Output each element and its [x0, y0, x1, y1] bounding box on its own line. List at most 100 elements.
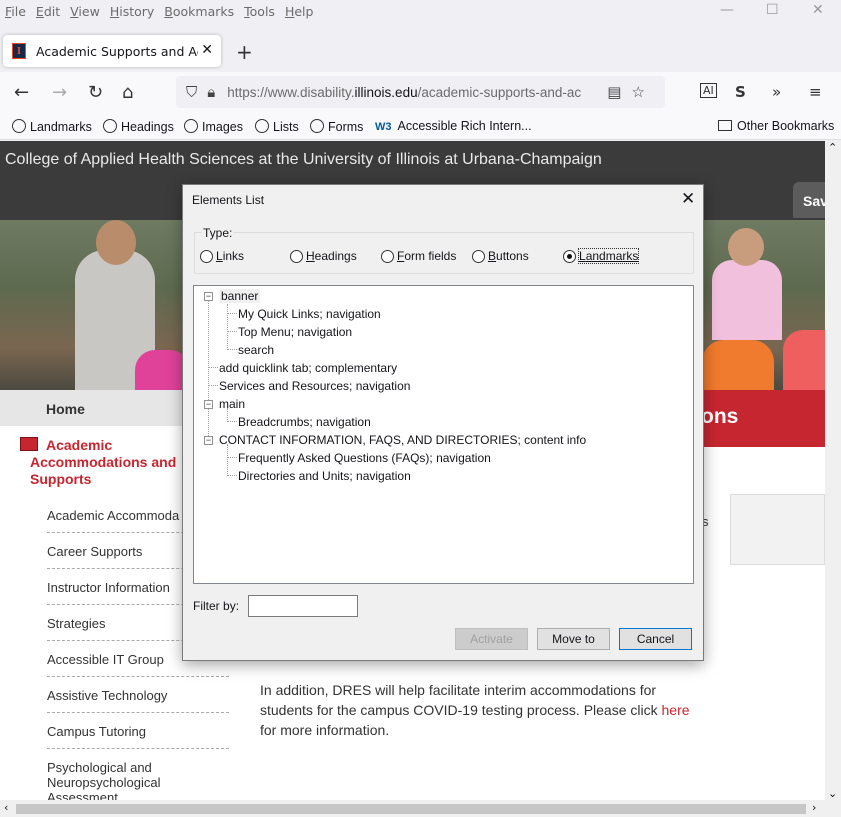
tree-connector	[208, 300, 209, 442]
radio-circle[interactable]	[200, 249, 213, 263]
photo-person	[783, 330, 825, 390]
minimize-icon[interactable]: —	[720, 2, 734, 18]
filter-input[interactable]	[248, 595, 358, 617]
collapse-icon[interactable]: −	[204, 436, 213, 445]
radio-circle[interactable]	[472, 249, 485, 263]
bookmark-landmarks[interactable]: Landmarks	[12, 119, 92, 134]
tree-connector	[227, 313, 237, 314]
tree-node-banner[interactable]: banner	[219, 289, 261, 303]
college-title[interactable]: College of Applied Health Sciences at th…	[5, 151, 602, 169]
bookmark-lists[interactable]: Lists	[255, 119, 299, 134]
cancel-button[interactable]: Cancel	[619, 628, 692, 650]
here-link[interactable]: here	[662, 702, 690, 718]
radio-circle[interactable]	[381, 249, 394, 263]
sidebar-item[interactable]: Psychological and Neuropsychological Ass…	[47, 760, 197, 800]
tree-connector	[227, 475, 237, 476]
reader-view-icon[interactable]: ▤	[607, 83, 621, 101]
dialog-close-icon[interactable]: ✕	[681, 189, 695, 209]
vertical-scrollbar[interactable]: ⌃ ⌄	[825, 141, 841, 800]
collapse-icon[interactable]: −	[204, 400, 213, 409]
tab-close-icon[interactable]: ✕	[201, 42, 213, 58]
activate-button[interactable]: Activate	[455, 628, 528, 650]
bookmark-images[interactable]: Images	[184, 119, 243, 134]
tree-node[interactable]: CONTACT INFORMATION, FAQS, AND DIRECTORI…	[219, 433, 586, 447]
radio-headings[interactable]: Headings	[290, 249, 357, 263]
sidebar-active-section[interactable]: Academic Accommodations and Supports	[30, 437, 190, 488]
lock-icon[interactable]: 🔒︎	[207, 83, 215, 101]
menu-file[interactable]: File	[5, 4, 26, 19]
bookmark-other[interactable]: Other Bookmarks	[718, 119, 834, 133]
collapse-icon[interactable]: −	[204, 292, 213, 301]
bookmark-star-icon[interactable]: ☆	[631, 83, 644, 101]
bookmark-forms[interactable]: Forms	[310, 119, 363, 134]
tree-node[interactable]: Top Menu; navigation	[238, 325, 352, 339]
radio-circle-selected[interactable]	[563, 249, 576, 263]
sidebar-home-link[interactable]: Home	[46, 401, 85, 417]
scroll-right-icon[interactable]: ›	[812, 801, 816, 814]
radio-form-fields[interactable]: Form fields	[381, 249, 456, 263]
tree-node[interactable]: main	[219, 397, 245, 411]
tree-node[interactable]: My Quick Links; navigation	[238, 307, 381, 321]
reload-icon[interactable]: ↻	[88, 82, 103, 103]
save-tab-button[interactable]: Sav	[793, 182, 825, 218]
elements-list-dialog: Elements List ✕ Type: Links Headings For…	[182, 184, 704, 661]
extension-s-icon[interactable]: S	[735, 83, 746, 101]
shield-icon[interactable]: ⛉	[186, 83, 197, 101]
accessibility-extension-icon[interactable]: AI	[700, 83, 717, 98]
radio-buttons[interactable]: Buttons	[472, 249, 529, 263]
scroll-up-icon[interactable]: ⌃	[828, 141, 837, 154]
menu-help[interactable]: Help	[285, 4, 314, 19]
photo-person	[96, 220, 136, 265]
horizontal-scroll-thumb[interactable]	[16, 804, 806, 814]
sidebar-item[interactable]: Assistive Technology	[47, 688, 229, 713]
tree-node[interactable]: search	[238, 343, 274, 357]
url-text[interactable]: https://www.disability.illinois.edu/acad…	[227, 85, 597, 100]
tree-connector	[227, 349, 237, 350]
landmarks-tree[interactable]: − − − banner My Quick Links; navigation …	[193, 285, 694, 584]
photo-person	[728, 228, 764, 266]
globe-icon	[12, 119, 26, 133]
tree-node[interactable]: Frequently Asked Questions (FAQs); navig…	[238, 451, 491, 465]
tree-connector	[227, 304, 228, 350]
tree-node[interactable]: add quicklink tab; complementary	[219, 361, 397, 375]
scroll-left-icon[interactable]: ‹	[4, 801, 8, 814]
back-icon[interactable]: ←	[14, 82, 29, 103]
home-icon[interactable]: ⌂	[122, 82, 133, 103]
tree-node[interactable]: Services and Resources; navigation	[219, 379, 410, 393]
maximize-icon[interactable]: ☐	[766, 2, 779, 18]
hamburger-menu-icon[interactable]: ≡	[809, 83, 822, 101]
tree-node[interactable]: Directories and Units; navigation	[238, 469, 411, 483]
radio-landmarks[interactable]: Landmarks	[563, 248, 640, 264]
radio-links[interactable]: Links	[200, 249, 244, 263]
filter-label: Filter by:	[193, 599, 240, 613]
tree-connector	[227, 421, 237, 422]
type-label: Type:	[202, 226, 234, 240]
tree-connector	[208, 367, 218, 368]
tree-node[interactable]: Breadcrumbs; navigation	[238, 415, 371, 429]
sidebar-item[interactable]: Campus Tutoring	[47, 724, 229, 749]
new-tab-icon[interactable]: +	[236, 40, 253, 64]
photo-person	[702, 340, 774, 390]
globe-icon	[310, 119, 324, 133]
photo-person	[712, 260, 782, 340]
globe-icon	[255, 119, 269, 133]
scroll-down-icon[interactable]: ⌄	[828, 787, 837, 800]
bookmark-aria[interactable]: W3 Accessible Rich Intern...	[375, 119, 532, 133]
address-bar[interactable]: ⛉ 🔒︎ https://www.disability.illinois.edu…	[176, 76, 665, 108]
tree-connector	[208, 385, 218, 386]
menu-bookmarks[interactable]: Bookmarks	[164, 4, 234, 19]
menu-edit[interactable]: Edit	[36, 4, 60, 19]
tab-bar: I Academic Supports and Accom ✕ +	[0, 30, 841, 70]
menu-view[interactable]: View	[70, 4, 100, 19]
move-to-button[interactable]: Move to	[537, 628, 610, 650]
menu-history[interactable]: History	[110, 4, 154, 19]
browser-tab[interactable]: I Academic Supports and Accom ✕	[3, 35, 221, 67]
radio-circle[interactable]	[290, 249, 303, 263]
overflow-chevron-icon[interactable]: »	[772, 83, 781, 101]
window-close-icon[interactable]: ✕	[812, 2, 824, 18]
bookmark-headings[interactable]: Headings	[103, 119, 174, 134]
tree-connector	[227, 331, 237, 332]
globe-icon	[103, 119, 117, 133]
forward-icon[interactable]: →	[52, 82, 67, 103]
menu-tools[interactable]: Tools	[244, 4, 275, 19]
